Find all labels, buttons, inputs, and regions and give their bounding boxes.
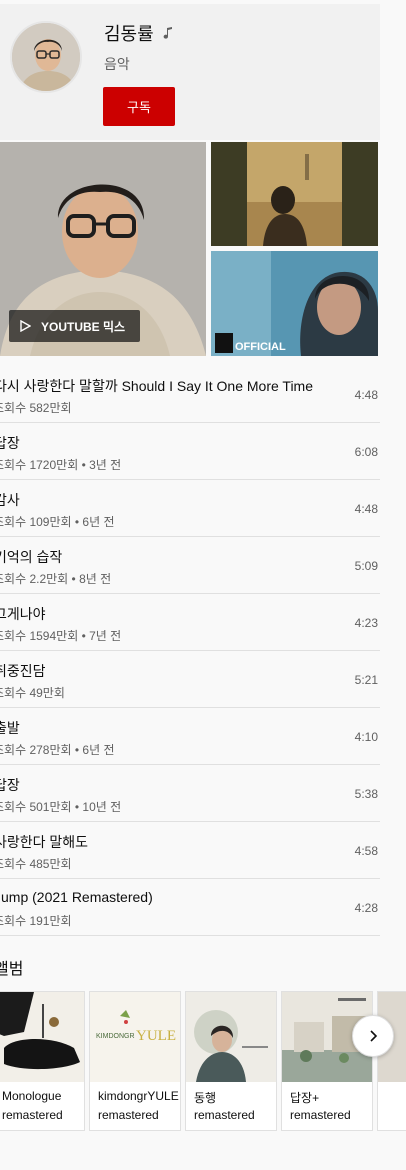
track-title[interactable]: 다시 사랑한다 말할까 Should I Say It One More Tim… [0,376,313,396]
album-card[interactable]: Monologue remastered [0,991,85,1131]
track-duration: 4:10 [354,730,378,744]
album-cover [186,992,276,1082]
mix-thumbnail-bottom[interactable]: OFFICIAL [211,251,378,356]
track-meta: 조회수 1720만회 • 3년 전 [0,458,122,472]
track-meta: 조회수 1594만회 • 7년 전 [0,629,122,643]
artist-category: 음악 [104,56,130,72]
track-duration: 5:38 [354,787,378,801]
track-row[interactable]: 취중진담 조회수 49만회 5:21 [0,651,380,708]
track-row[interactable]: 감사 조회수 109만회 • 6년 전 4:48 [0,480,380,537]
album-title: kimdongrYULE [98,1089,179,1103]
track-title[interactable]: 기억의 습작 [0,547,62,567]
track-title[interactable]: 그게나야 [0,604,46,624]
album-subtitle: remastered [2,1108,63,1122]
artist-header: 김동률 음악 구독 [0,4,380,140]
artist-avatar[interactable] [10,21,82,93]
track-title[interactable]: Jump (2021 Remastered) [0,889,153,905]
chevron-right-icon [370,1030,378,1042]
track-row[interactable]: 출발 조회수 278만회 • 6년 전 4:10 [0,708,380,765]
album-card[interactable] [377,991,406,1131]
track-meta: 조회수 109만회 • 6년 전 [0,515,115,529]
mix-badge[interactable]: YOUTUBE 믹스 [9,310,140,342]
carousel-next-button[interactable] [352,1015,394,1057]
track-row[interactable]: 그게나야 조회수 1594만회 • 7년 전 4:23 [0,594,380,651]
music-note-icon [163,27,172,39]
svg-text:YULE: YULE [136,1028,176,1044]
play-icon [20,320,31,332]
album-cover [0,992,84,1082]
track-list: 다시 사랑한다 말할까 Should I Say It One More Tim… [0,366,380,936]
track-title[interactable]: 답장 [0,775,20,795]
albums-heading: 앨범 [0,961,24,978]
track-duration: 5:09 [354,559,378,573]
official-watermark: OFFICIAL [235,341,286,353]
track-meta: 조회수 582만회 [0,401,72,415]
track-meta: 조회수 278만회 • 6년 전 [0,743,115,757]
track-row[interactable]: 답장 조회수 1720만회 • 3년 전 6:08 [0,423,380,480]
track-title[interactable]: 감사 [0,490,20,510]
track-duration: 4:58 [354,844,378,858]
track-meta: 조회수 49만회 [0,686,65,700]
album-title: 답장+ [290,1091,320,1105]
track-row[interactable]: Jump (2021 Remastered) 조회수 191만회 4:28 [0,879,380,936]
mix-badge-label: YOUTUBE 믹스 [41,319,126,334]
track-duration: 5:21 [354,673,378,687]
album-subtitle: remastered [194,1108,255,1122]
track-duration: 6:08 [354,445,378,459]
track-meta: 조회수 501만회 • 10년 전 [0,800,122,814]
track-meta: 조회수 191만회 [0,914,72,928]
album-card[interactable]: KIMDONGR YULE kimdongrYULE remastered [89,991,181,1131]
artist-name[interactable]: 김동률 [104,20,154,46]
album-title: Monologue [2,1089,62,1103]
album-card[interactable]: 답장+ remastered [281,991,373,1131]
track-row[interactable]: 사랑한다 말해도 조회수 485만회 4:58 [0,822,380,879]
track-duration: 4:48 [354,388,378,402]
track-title[interactable]: 사랑한다 말해도 [0,832,88,852]
track-duration: 4:23 [354,616,378,630]
track-row[interactable]: 다시 사랑한다 말할까 Should I Say It One More Tim… [0,366,380,423]
track-meta: 조회수 485만회 [0,857,72,871]
svg-text:KIMDONGR: KIMDONGR [96,1033,135,1040]
track-duration: 4:28 [354,901,378,915]
youtube-mix[interactable]: OFFICIAL YOUTUBE 믹스 [0,142,380,356]
album-card[interactable]: 동행 remastered [185,991,277,1131]
track-duration: 4:48 [354,502,378,516]
track-meta: 조회수 2.2만회 • 8년 전 [0,572,112,586]
subscribe-button[interactable]: 구독 [103,87,175,126]
mix-thumbnail-top[interactable] [211,142,378,246]
track-title[interactable]: 출발 [0,718,20,738]
track-title[interactable]: 답장 [0,433,20,453]
album-title: 동행 [194,1091,217,1105]
track-row[interactable]: 기억의 습작 조회수 2.2만회 • 8년 전 5:09 [0,537,380,594]
album-subtitle: remastered [98,1108,159,1122]
track-title[interactable]: 취중진담 [0,661,46,681]
track-row[interactable]: 답장 조회수 501만회 • 10년 전 5:38 [0,765,380,822]
album-subtitle: remastered [290,1108,351,1122]
album-carousel: Monologue remastered KIMDONGR YULE kimdo… [0,990,406,1132]
album-cover: KIMDONGR YULE [90,992,180,1082]
